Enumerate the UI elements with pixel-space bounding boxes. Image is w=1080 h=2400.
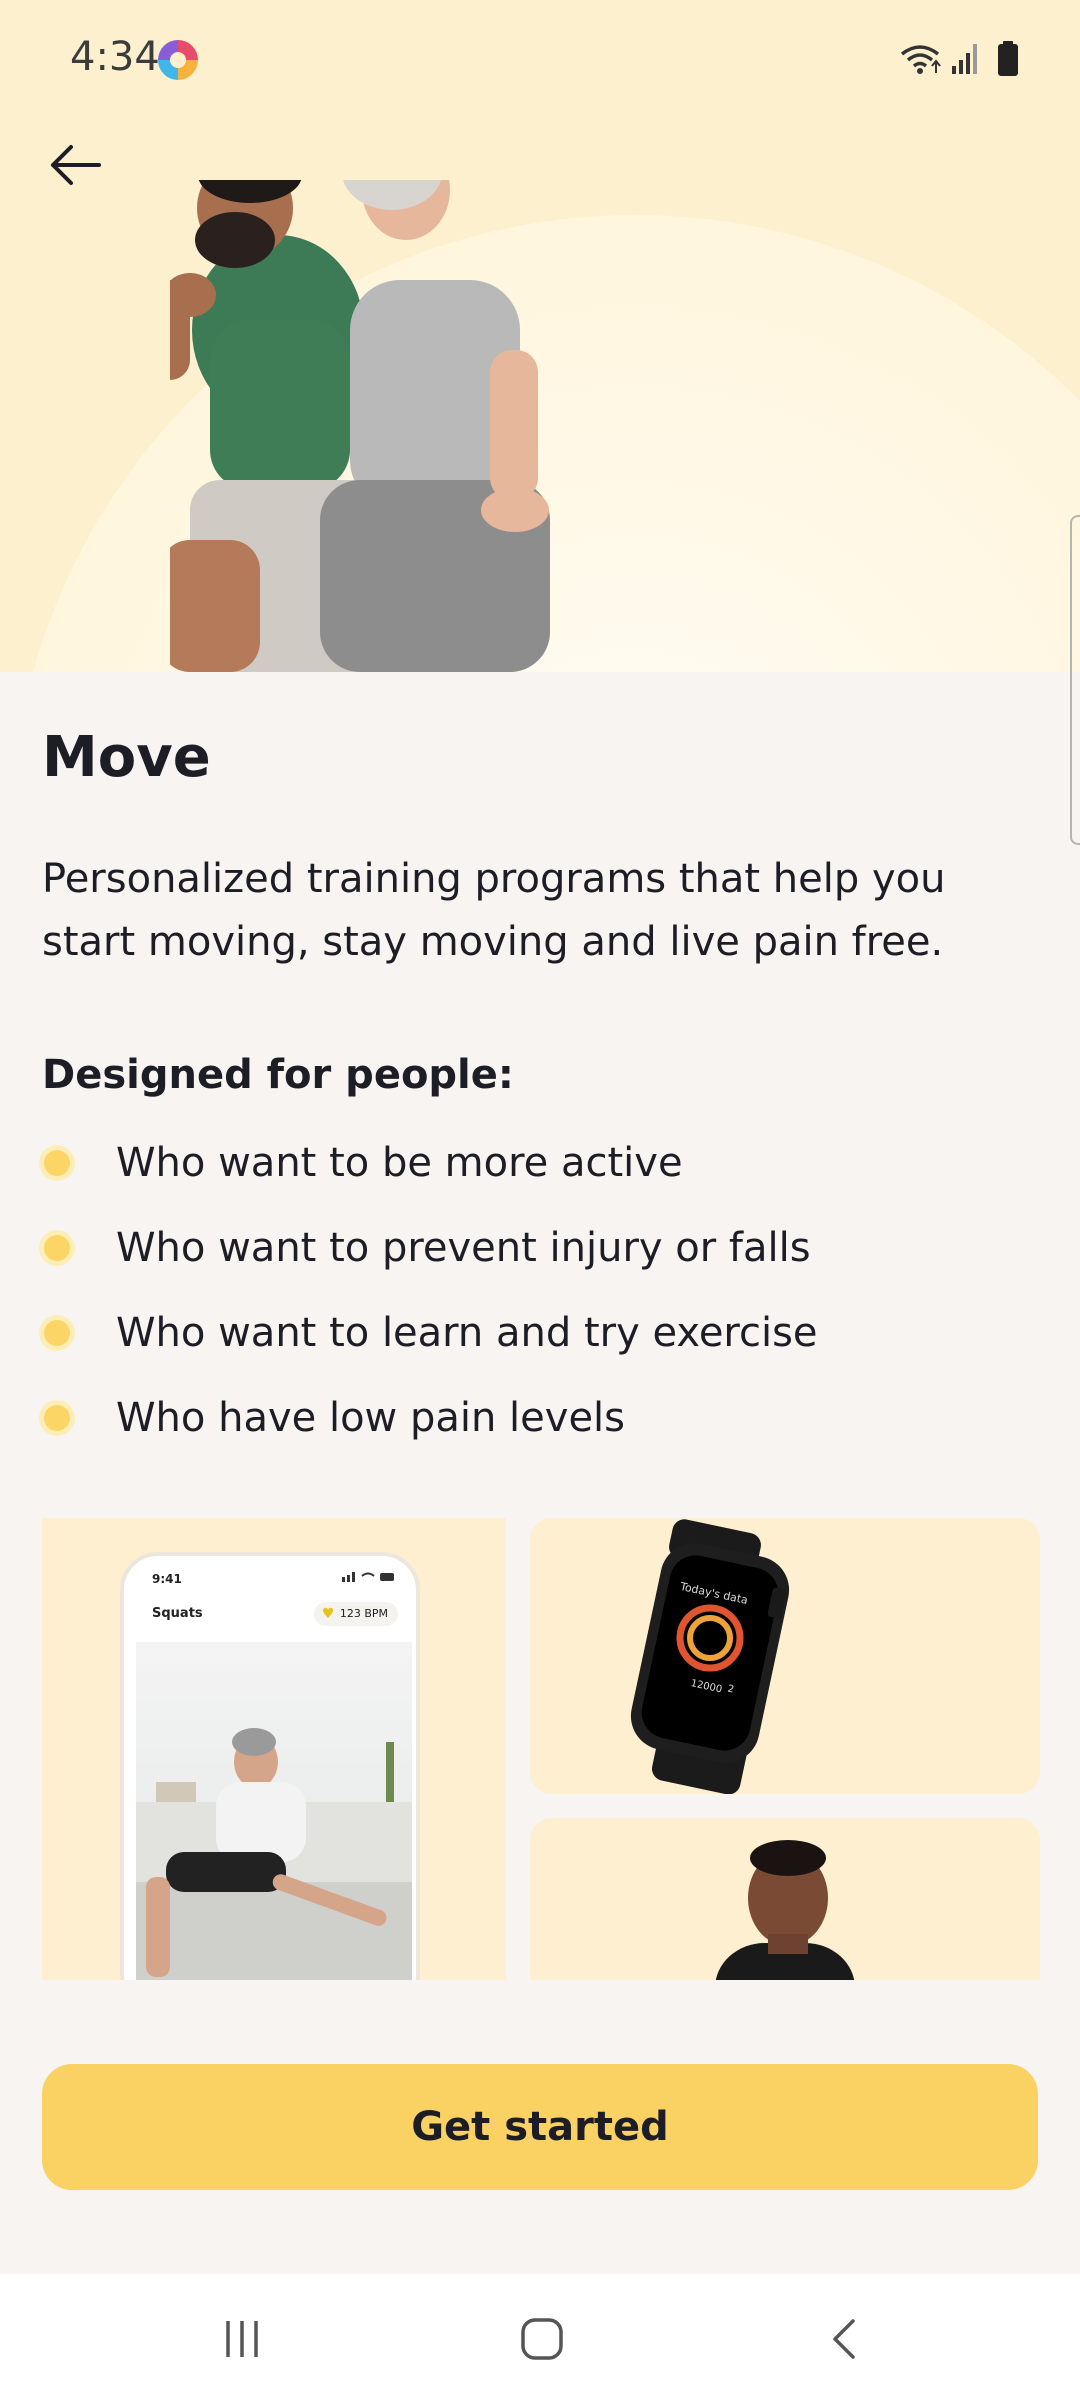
hero-image-people-exercising bbox=[170, 180, 550, 672]
feature-cards: 9:41 Squats 123 BPM bbox=[42, 1518, 1040, 1980]
list-item-label: Who want to prevent injury or falls bbox=[116, 1224, 811, 1271]
get-started-button[interactable]: Get started bbox=[42, 2064, 1038, 2190]
recents-icon bbox=[226, 2321, 258, 2357]
audience-list: Who want to be more active Who want to p… bbox=[42, 1120, 818, 1460]
designed-for-heading: Designed for people: bbox=[42, 1052, 514, 1098]
bullet-dot bbox=[44, 1404, 70, 1431]
system-navigation-bar bbox=[0, 2274, 1080, 2400]
exercise-video-image bbox=[136, 1642, 412, 1980]
list-item: Who want to learn and try exercise bbox=[42, 1290, 818, 1375]
status-icons bbox=[898, 40, 1028, 80]
back-arrow-icon bbox=[51, 145, 101, 185]
app-notification-icon bbox=[158, 40, 198, 80]
smartwatch-image: Today's data 12000 2 bbox=[630, 1519, 790, 1795]
home-icon bbox=[521, 2318, 563, 2360]
heart-rate-badge: 123 BPM bbox=[313, 1602, 398, 1626]
bullet-dot bbox=[44, 1319, 70, 1346]
recents-button[interactable] bbox=[212, 2314, 272, 2364]
program-description: Move Personalized training programs that… bbox=[42, 725, 1042, 1441]
battery-icon bbox=[998, 41, 1018, 76]
system-back-button[interactable] bbox=[814, 2314, 874, 2364]
phone-mockup: 9:41 Squats 123 BPM bbox=[120, 1552, 420, 1980]
phone-app-card: 9:41 Squats 123 BPM bbox=[42, 1518, 506, 1980]
wifi-icon bbox=[900, 45, 941, 74]
back-icon bbox=[833, 2319, 855, 2359]
exercise-title: Squats bbox=[152, 1606, 203, 1621]
smartwatch-card: Today's data 12000 2 bbox=[530, 1518, 1040, 1795]
list-item-label: Who want to be more active bbox=[116, 1139, 683, 1186]
list-item: Who want to prevent injury or falls bbox=[42, 1205, 818, 1290]
bullet-dot bbox=[44, 1234, 70, 1261]
phone-time: 9:41 bbox=[152, 1572, 182, 1586]
scroll-indicator bbox=[1070, 515, 1080, 845]
home-button[interactable] bbox=[512, 2314, 572, 2364]
page-title: Move bbox=[42, 725, 211, 790]
list-item-label: Who have low pain levels bbox=[116, 1394, 626, 1441]
list-item-label: Who want to learn and try exercise bbox=[116, 1309, 818, 1356]
list-item: Who want to be more active bbox=[42, 1120, 818, 1205]
hero-banner: 4:34 bbox=[0, 0, 1080, 672]
coach-image bbox=[715, 1840, 855, 1980]
coach-card bbox=[530, 1818, 1040, 1980]
list-item: Who have low pain levels bbox=[42, 1375, 818, 1460]
back-button[interactable] bbox=[40, 130, 110, 200]
bullet-dot bbox=[44, 1149, 70, 1176]
status-bar: 4:34 bbox=[0, 0, 1080, 118]
phone-status-icons bbox=[342, 1572, 394, 1582]
status-time: 4:34 bbox=[70, 34, 160, 80]
program-description-text: Personalized training programs that help… bbox=[42, 856, 946, 965]
signal-icon bbox=[952, 44, 977, 74]
